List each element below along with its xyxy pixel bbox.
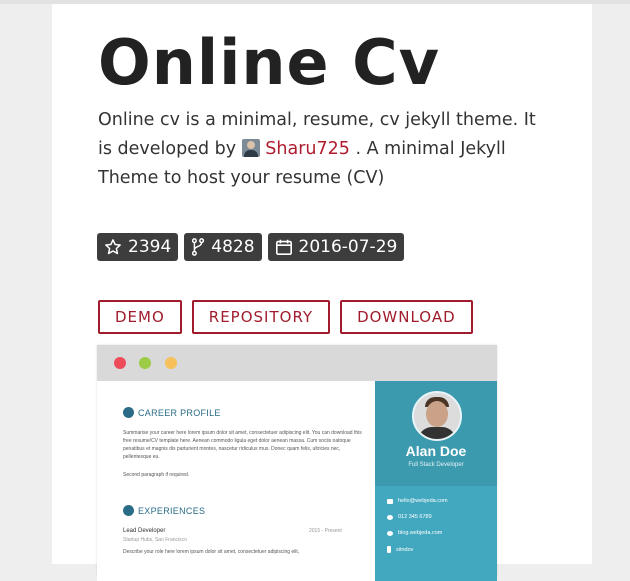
career-profile-text: Summarise your career here lorem ipsum d… — [123, 430, 362, 460]
job-company: Startup Hubs, San Francisco — [123, 537, 187, 543]
preview-window-chrome — [97, 345, 497, 381]
author-avatar-icon — [241, 139, 260, 157]
theme-description: Online cv is a minimal, resume, cv jekyl… — [98, 106, 548, 193]
job-title: Lead Developer — [123, 528, 166, 534]
close-dot-icon — [114, 357, 126, 369]
profile-role: Full Stack Developer — [408, 462, 464, 468]
date-badge: 2016-07-29 — [267, 233, 405, 261]
repository-button[interactable]: REPOSITORY — [191, 300, 331, 334]
preview-sidebar: Alan Doe Full Stack Developer hello@webj… — [375, 381, 497, 581]
experiences-label: EXPERIENCES — [138, 505, 206, 516]
preview-main-column: CAREER PROFILE Summarise your career her… — [97, 381, 375, 581]
fork-icon — [191, 238, 205, 256]
author-link[interactable]: Sharu725 — [265, 139, 350, 159]
briefcase-icon — [123, 505, 134, 516]
forks-badge: 4828 — [184, 233, 262, 261]
experiences-heading: EXPERIENCES — [123, 505, 205, 516]
globe-icon — [387, 530, 393, 536]
action-buttons: DEMO REPOSITORY DOWNLOAD — [98, 300, 473, 334]
download-button[interactable]: DOWNLOAD — [340, 300, 473, 334]
career-profile-label: CAREER PROFILE — [138, 407, 221, 418]
maximize-dot-icon — [139, 357, 151, 369]
release-date: 2016-07-29 — [298, 237, 398, 257]
calendar-icon — [275, 238, 293, 256]
stars-badge: 2394 — [97, 233, 179, 261]
career-profile-text-2: Second paragraph if required. — [123, 472, 190, 478]
forks-count: 4828 — [211, 237, 255, 257]
stars-count: 2394 — [128, 237, 172, 257]
star-icon — [104, 238, 122, 256]
theme-card: Online Cv Online cv is a minimal, resume… — [52, 4, 592, 581]
mobile-icon — [387, 546, 391, 553]
job-dates: 2015 - Present — [309, 528, 342, 534]
profile-photo — [412, 391, 462, 441]
sidebar-profile: Alan Doe Full Stack Developer — [375, 381, 497, 486]
job-description: Describe your role here lorem ipsum dolo… — [123, 549, 300, 555]
minimize-dot-icon — [165, 357, 177, 369]
contact-phone: 012 345 6789 — [387, 514, 432, 520]
stats-bar: 2394 4828 2016-07-29 — [97, 233, 405, 261]
contact-handle: sitndov — [387, 546, 413, 553]
theme-title: Online Cv — [98, 26, 441, 99]
phone-icon — [387, 514, 393, 520]
contact-website: blog.webjeda.com — [387, 530, 442, 536]
contact-email: hello@webjeda.com — [387, 498, 448, 504]
envelope-icon — [387, 498, 393, 504]
user-icon — [123, 407, 134, 418]
career-profile-heading: CAREER PROFILE — [123, 407, 221, 418]
demo-button[interactable]: DEMO — [98, 300, 182, 334]
profile-name: Alan Doe — [405, 443, 467, 459]
theme-preview-image[interactable]: CAREER PROFILE Summarise your career her… — [97, 345, 497, 581]
